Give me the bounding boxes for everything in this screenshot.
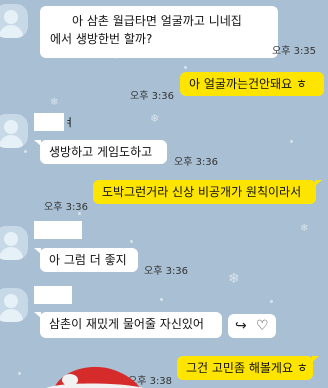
snow-dot: [18, 372, 21, 375]
message-reactions: ↪ ♡: [228, 314, 276, 338]
message-text: 그건 고민좀 해볼게요 ㅎ: [186, 361, 308, 375]
message-text: 아 얼굴까는건안돼요 ㅎ: [189, 77, 308, 91]
bubble-tail: [312, 356, 319, 362]
message-bubble-outgoing[interactable]: 그건 고민좀 해볼게요 ㅎ: [177, 356, 313, 380]
bubble-tail: [315, 180, 322, 186]
snow-dot: [24, 150, 27, 153]
share-arrow-icon[interactable]: ↪: [235, 316, 247, 336]
sender-name-box: [34, 286, 72, 304]
snowflake-icon: ❄: [300, 223, 309, 234]
message-text: 아 삼촌 월급타면 얼굴까고 니네집 에서 생방한번 할까?: [50, 14, 242, 46]
avatar[interactable]: [0, 114, 28, 148]
message-text: 생방하고 게임도하고: [49, 145, 153, 159]
message-bubble-outgoing[interactable]: 아 얼굴까는건안돼요 ㅎ: [180, 72, 324, 96]
message-time: 오후 3:36: [130, 91, 175, 102]
message-time: 오후 3:35: [272, 46, 317, 57]
snowflake-icon: ❄: [150, 112, 160, 125]
message-text: 도박그런거라 신상 비공개가 원칙이라서: [102, 185, 302, 199]
sender-name-stub: ㅕ: [64, 116, 75, 129]
snow-dot: [184, 66, 187, 69]
message-text: 아 그럼 더 좋지: [49, 253, 127, 267]
message-time: 오후 3:36: [44, 202, 89, 213]
message-time: 오후 3:36: [144, 266, 189, 277]
message-time: 오후 3:36: [174, 157, 219, 168]
avatar[interactable]: [0, 288, 28, 322]
message-bubble-incoming[interactable]: 아 삼촌 월급타면 얼굴까고 니네집 에서 생방한번 할까?: [40, 6, 278, 58]
snow-dot: [130, 240, 133, 243]
snow-dot: [270, 300, 273, 303]
message-text: 삼촌이 재밌게 물어줄 자신있어: [49, 317, 204, 331]
sender-name-box: ㅕ: [34, 113, 74, 131]
message-bubble-outgoing[interactable]: 도박그런거라 신상 비공개가 원칙이라서: [93, 180, 316, 204]
snowflake-icon: ❄: [50, 97, 59, 108]
avatar[interactable]: [0, 4, 28, 38]
santa-hat-decoration: [46, 366, 144, 388]
heart-outline-icon[interactable]: ♡: [256, 316, 269, 336]
avatar[interactable]: [0, 226, 28, 260]
message-bubble-incoming[interactable]: 삼촌이 재밌게 물어줄 자신있어: [40, 312, 222, 338]
snow-dot: [290, 140, 293, 143]
sender-name-box: [34, 221, 82, 239]
message-bubble-incoming[interactable]: 아 그럼 더 좋지: [40, 248, 138, 272]
snowflake-icon: ❄: [228, 271, 240, 287]
snow-dot: [160, 298, 163, 301]
message-bubble-incoming[interactable]: 생방하고 게임도하고: [40, 140, 167, 164]
